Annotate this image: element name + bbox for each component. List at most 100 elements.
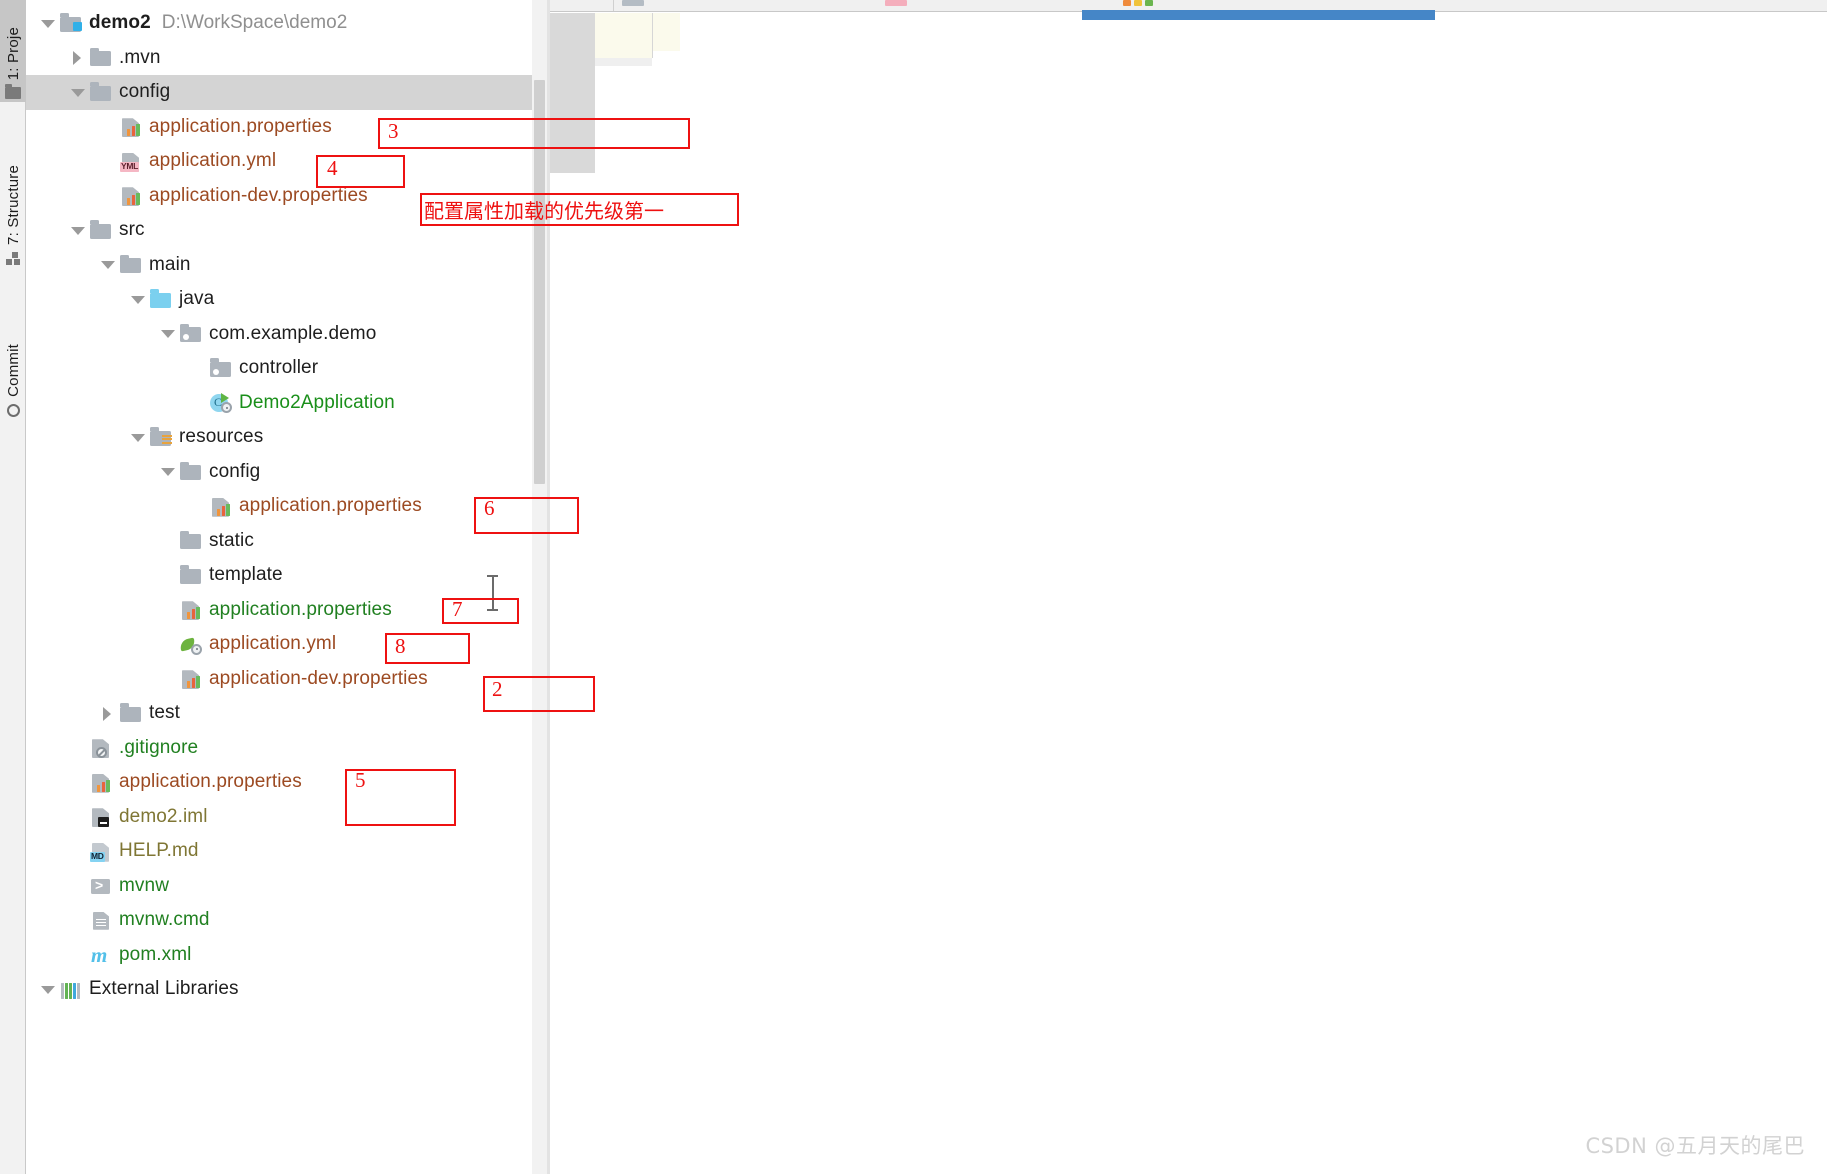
chevron-down-icon[interactable] [70,85,85,100]
project-tree[interactable]: demo2 D:\WorkSpace\demo2 .mvn config applica… [26,0,532,1007]
tree-row-res-app-yml[interactable]: application.yml [26,627,532,662]
tree-row-java[interactable]: java [26,282,532,317]
iml-file-icon [89,806,112,828]
chevron-down-icon[interactable] [70,223,85,238]
watermark: CSDN @五月天的尾巴 [1585,1134,1805,1158]
tree-row-label: mvnw.cmd [119,909,210,931]
tree-row-mvnw-cmd[interactable]: mvnw.cmd [26,903,532,938]
tree-row-root-app-props[interactable]: application.properties [26,765,532,800]
tool-tab-project-label: 1: Proje [4,26,22,80]
tree-row-label: test [149,702,181,724]
tree-row-label: .mvn [119,46,161,68]
tree-row-demo2-iml[interactable]: demo2.iml [26,800,532,835]
tree-row-static[interactable]: static [26,524,532,559]
properties-file-icon [179,599,202,621]
tree-row-res-app-props[interactable]: application.properties [26,593,532,628]
tree-row-external-libs[interactable]: External Libraries [26,972,532,1007]
tree-row-template[interactable]: template [26,558,532,593]
package-icon [179,323,202,344]
tree-row-pom-xml[interactable]: m pom.xml [26,938,532,973]
tree-row-label: demo2 [89,12,151,34]
tree-row-demo2application[interactable]: Demo2Application [26,386,532,421]
project-tree-scrollbar-thumb[interactable] [534,80,545,484]
tree-row-label: External Libraries [89,978,239,1000]
structure-icon [5,252,21,267]
tree-row-res-cfg-props[interactable]: application.properties [26,489,532,524]
chevron-down-icon[interactable] [130,430,145,445]
folder-icon [179,530,202,551]
tree-row-config[interactable]: config [26,75,532,110]
panel-splitter[interactable] [547,0,550,1174]
spring-class-icon [209,392,232,414]
folder-icon [89,82,112,103]
folder-icon [89,220,112,241]
tree-row-label: application.properties [119,771,302,793]
tree-row-demo2[interactable]: demo2 D:\WorkSpace\demo2 [26,6,532,41]
tree-row-controller[interactable]: controller [26,351,532,386]
properties-file-icon [119,185,142,207]
module-folder-icon [59,13,82,34]
chevron-down-icon[interactable] [100,257,115,272]
tool-tab-structure-label: 7: Structure [4,165,22,245]
folder-icon [179,461,202,482]
markdown-file-icon: MD [89,841,112,862]
tool-tab-structure[interactable]: 7: Structure [0,120,26,270]
properties-file-icon [209,496,232,517]
editor-column-guide [652,13,653,58]
properties-file-icon [119,116,142,138]
tree-row-label: application.yml [149,150,277,172]
tree-row-label: controller [239,357,319,379]
editor-area[interactable] [550,0,1827,1174]
toolbar-chip[interactable] [622,0,644,6]
cmd-script-icon [89,910,112,931]
toolbar-chip-highlight[interactable] [885,0,907,6]
tree-row-label: config [119,81,171,103]
tree-row-src[interactable]: src [26,213,532,248]
tree-row-label: application.yml [209,633,337,655]
tree-row-cfg-app-props[interactable]: application.properties [26,110,532,145]
tree-row-label: pom.xml [119,943,192,965]
properties-file-icon [179,668,202,690]
tree-row-res-config[interactable]: config [26,455,532,490]
tree-row-main[interactable]: main [26,248,532,283]
tree-row-help-md[interactable]: MD HELP.md [26,834,532,869]
folder-icon [179,565,202,586]
shell-script-icon [89,875,112,896]
tool-tab-commit-label: Commit [4,344,22,397]
chevron-down-icon[interactable] [40,982,55,997]
tree-row-cfg-app-dev[interactable]: application-dev.properties [26,179,532,214]
chevron-right-icon[interactable] [100,706,115,721]
tree-row-label: static [209,529,254,551]
tool-tab-project[interactable]: 1: Proje [0,0,26,102]
folder-icon [119,254,142,275]
tree-row-mvn[interactable]: .mvn [26,41,532,76]
tree-row-path: D:\WorkSpace\demo2 [161,12,348,34]
tree-row-pkg[interactable]: com.example.demo [26,317,532,352]
ide-window: 1: Proje 7: Structure Commit demo2 D:\Wor… [0,0,1827,1174]
chevron-down-icon[interactable] [40,16,55,31]
tree-row-test[interactable]: test [26,696,532,731]
tree-row-cfg-app-yml[interactable]: YML application.yml [26,144,532,179]
editor-line-highlight-secondary [595,13,680,51]
tree-row-label: application-dev.properties [209,667,428,689]
text-cursor [487,575,498,611]
chevron-down-icon[interactable] [130,292,145,307]
editor-tab-selected[interactable] [1082,10,1435,20]
tree-row-resources[interactable]: resources [26,420,532,455]
chevron-right-icon[interactable] [70,50,85,66]
tool-tab-commit[interactable]: Commit [0,290,26,420]
tree-row-gitignore[interactable]: .gitignore [26,731,532,766]
chevron-down-icon[interactable] [160,326,175,341]
chevron-down-icon[interactable] [160,464,175,479]
tree-row-mvnw[interactable]: mvnw [26,869,532,904]
inspection-status-dots [1123,0,1153,6]
tree-row-res-app-dev[interactable]: application-dev.properties [26,662,532,697]
